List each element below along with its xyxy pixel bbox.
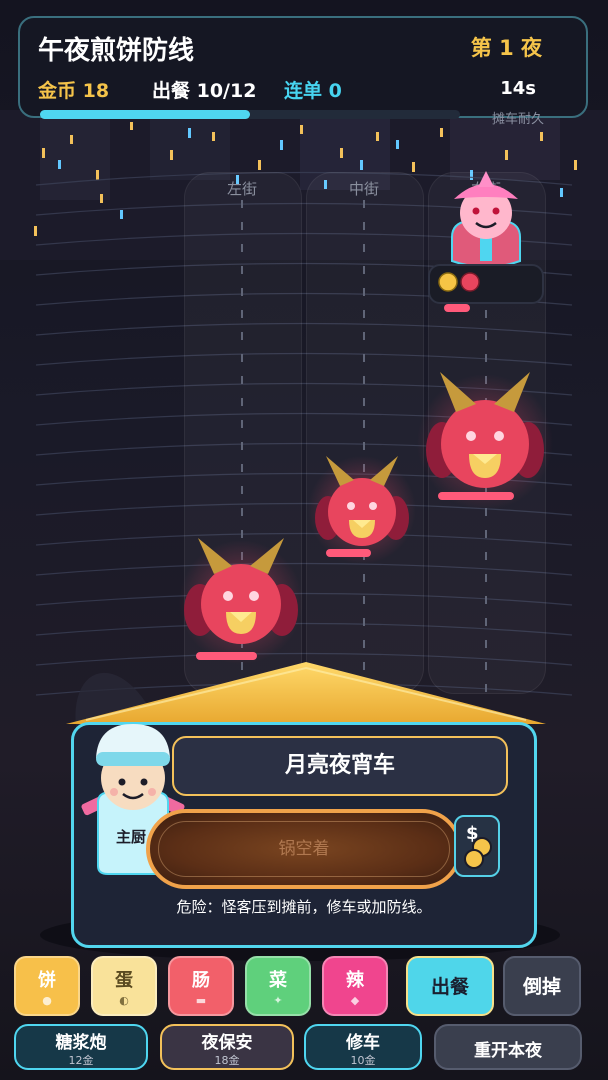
monster-left[interactable] <box>176 530 306 665</box>
ingredient-vegetable-button[interactable]: 菜 ✦ <box>245 956 311 1016</box>
ingredient-label: 蛋 <box>115 970 133 991</box>
egg-yolk-icon <box>438 272 458 292</box>
served-counter: 出餐 10/12 <box>152 80 257 102</box>
chef-label: 主厨 <box>116 828 147 846</box>
sausage-icon: ▬ <box>195 994 207 1007</box>
monster-middle[interactable] <box>306 450 418 565</box>
tool-name: 修车 <box>346 1033 380 1053</box>
tool-price: 10金 <box>350 1054 376 1067</box>
monster-right[interactable] <box>414 368 556 508</box>
night-indicator: 第 1 夜 <box>470 36 542 60</box>
ingredient-label: 菜 <box>269 970 287 991</box>
egg-icon: ◐ <box>119 994 129 1007</box>
night-guard-button[interactable]: 夜保安 18金 <box>160 1024 294 1070</box>
tool-price: 12金 <box>68 1054 94 1067</box>
durability-label: 摊车耐久 <box>491 112 544 127</box>
timer: 14s <box>500 78 536 99</box>
ingredient-spicy-button[interactable]: 辣 ◆ <box>322 956 388 1016</box>
repair-cart-button[interactable]: 修车 10金 <box>304 1024 422 1070</box>
tool-price: 18金 <box>214 1054 240 1067</box>
monster-right-hp-bar <box>438 492 514 500</box>
serve-button[interactable]: 出餐 <box>406 956 494 1016</box>
dump-button[interactable]: 倒掉 <box>503 956 581 1016</box>
syrup-cannon-button[interactable]: 糖浆炮 12金 <box>14 1024 148 1070</box>
lane-middle[interactable] <box>306 172 424 694</box>
hud-panel: 午夜煎饼防线 第 1 夜 金币 18 出餐 10/12 连单 0 14s 摊车耐… <box>18 16 588 127</box>
danger-warning: 危险：怪客压到摊前，修车或加防线。 <box>176 898 432 916</box>
ingredient-sausage-button[interactable]: 肠 ▬ <box>168 956 234 1016</box>
customer-patience-bar <box>444 304 470 312</box>
pan-status: 锅空着 <box>158 821 450 877</box>
pancake-icon: ● <box>42 994 52 1007</box>
chili-icon: ◆ <box>350 994 360 1007</box>
stall-signboard: 月亮夜宵车 <box>172 736 508 796</box>
griddle-pan[interactable]: 锅空着 <box>146 809 462 889</box>
ingredient-pancake-button[interactable]: 饼 ● <box>14 956 80 1016</box>
tool-name: 夜保安 <box>201 1033 253 1053</box>
ingredient-label: 饼 <box>38 970 56 991</box>
durability-bar <box>40 110 460 119</box>
order-bubble <box>428 264 544 304</box>
monster-left-hp-bar <box>196 652 257 660</box>
tip-jar-button[interactable]: $ <box>454 815 500 877</box>
ingredient-egg-button[interactable]: 蛋 ◐ <box>91 956 157 1016</box>
ingredient-label: 肠 <box>192 970 210 991</box>
tool-name: 重开本夜 <box>474 1041 542 1061</box>
ingredient-label: 辣 <box>346 970 364 991</box>
coin-bag-icon: $ <box>464 823 492 869</box>
leaf-icon: ✦ <box>273 994 283 1007</box>
durability-bar-fill <box>40 110 250 119</box>
game-title: 午夜煎饼防线 <box>38 36 195 66</box>
lane-label-middle: 中街 <box>348 180 379 198</box>
sausage-icon <box>460 272 480 292</box>
coin-counter: 金币 18 <box>38 80 110 102</box>
restart-night-button[interactable]: 重开本夜 <box>434 1024 582 1070</box>
combo-counter: 连单 0 <box>284 80 342 102</box>
lane-label-left: 左街 <box>226 180 257 198</box>
tool-name: 糖浆炮 <box>55 1033 107 1053</box>
monster-middle-hp-bar <box>326 549 371 557</box>
